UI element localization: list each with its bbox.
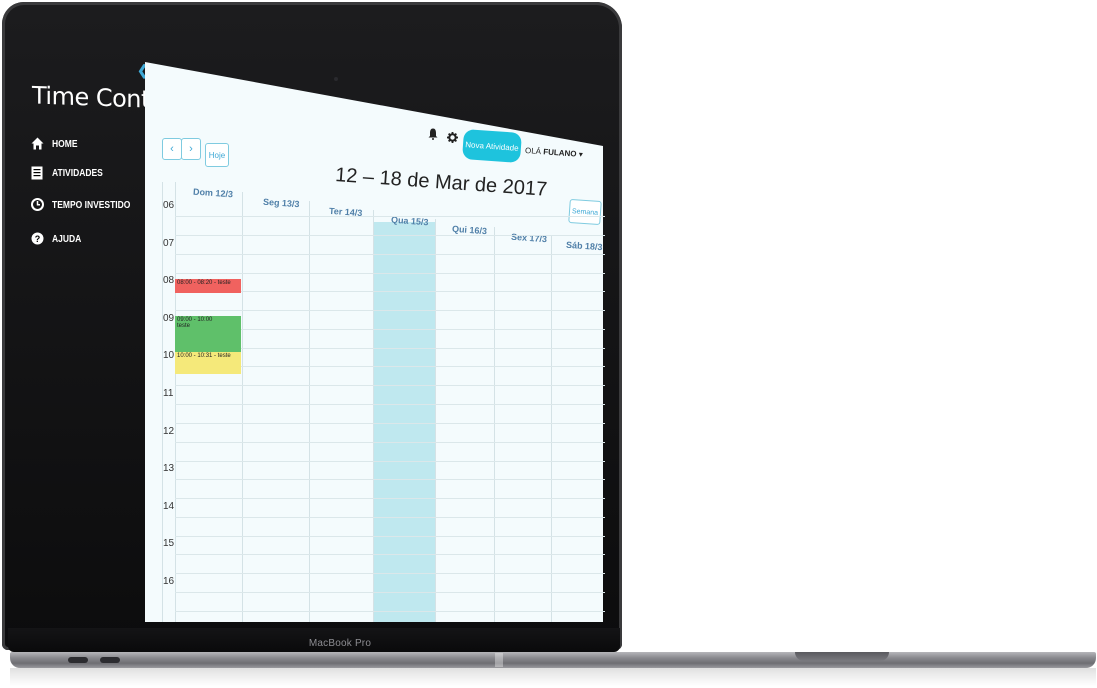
event-time: 08:00 - 08:20	[177, 280, 213, 286]
hour-label: 11	[163, 388, 174, 399]
help-icon: ?	[30, 232, 44, 246]
hour-label: 15	[163, 538, 175, 549]
greeting-prefix: OLÁ	[524, 145, 542, 157]
column-divider	[242, 192, 243, 622]
hour-gridline	[175, 385, 605, 386]
hour-gridline	[175, 554, 605, 555]
list-icon	[30, 166, 44, 180]
sidebar-item-label: ATIVIDADES	[52, 167, 103, 179]
event-time: 10:00 - 10:31	[177, 353, 213, 359]
event-title: teste	[217, 353, 231, 359]
view-week-button[interactable]: Semana	[568, 198, 602, 226]
calendar-event[interactable]: 09:00 - 10:00 teste	[175, 316, 241, 356]
device-label: MacBook Pro	[308, 638, 372, 649]
hour-gridline	[175, 423, 605, 424]
sidebar-item-atividades[interactable]: ATIVIDADES	[30, 166, 112, 180]
hour-gridline	[175, 498, 605, 499]
hour-label: 08	[163, 275, 175, 286]
column-divider	[435, 219, 436, 622]
home-icon	[30, 137, 44, 151]
prev-week-button[interactable]: ‹	[162, 138, 182, 160]
camera	[334, 77, 338, 81]
hour-gridline	[175, 216, 605, 217]
column-divider	[175, 182, 176, 622]
hour-gridline	[175, 517, 605, 518]
hour-gridline	[175, 573, 605, 574]
hour-label: 06	[163, 200, 175, 211]
sidebar-item-ajuda[interactable]: ? AJUDA	[30, 232, 86, 246]
today-column	[373, 222, 435, 622]
svg-text:?: ?	[34, 234, 40, 244]
usb-port	[100, 657, 120, 663]
calendar-event[interactable]: 08:00 - 08:20 - teste	[175, 279, 241, 293]
hour-gridline	[175, 479, 605, 480]
calendar-event[interactable]: 10:00 - 10:31 - teste	[175, 352, 241, 374]
sidebar-item-home[interactable]: HOME	[30, 137, 82, 151]
column-divider	[373, 210, 374, 622]
bell-icon[interactable]	[428, 128, 438, 143]
new-activity-button[interactable]: Nova Atividade	[462, 129, 522, 163]
hour-gridline	[175, 611, 605, 612]
laptop-base	[10, 652, 1096, 668]
hour-label: 12	[163, 426, 175, 437]
hour-label: 13	[163, 463, 175, 474]
chevron-down-icon: ▾	[578, 149, 584, 160]
laptop-notch	[795, 652, 889, 661]
sidebar-item-tempo-investido[interactable]: TEMPO INVESTIDO	[30, 198, 144, 212]
hinge-highlight	[495, 653, 503, 667]
hour-gridline	[175, 273, 605, 274]
hour-gridline	[175, 442, 605, 443]
hour-label: 07	[163, 238, 175, 249]
hour-label: 14	[163, 501, 175, 512]
sidebar-item-label: HOME	[52, 138, 78, 150]
hour-label: 09	[163, 313, 175, 324]
event-title: teste	[217, 280, 231, 286]
hour-gridline	[175, 235, 605, 236]
column-divider	[551, 236, 552, 622]
hour-gridline	[175, 536, 605, 537]
sidebar-item-label: TEMPO INVESTIDO	[52, 199, 131, 211]
clock-icon	[30, 198, 44, 212]
today-button[interactable]: Hoje	[205, 143, 229, 167]
laptop-shadow	[10, 668, 1096, 686]
hour-label: 10	[163, 350, 175, 361]
sidebar-item-label: AJUDA	[52, 233, 82, 245]
column-divider	[309, 201, 310, 622]
column-divider	[494, 227, 495, 622]
usb-port	[68, 657, 88, 663]
hour-gridline	[175, 592, 605, 593]
next-week-button[interactable]: ›	[181, 138, 201, 160]
hour-gridline	[175, 254, 605, 255]
event-title: teste	[177, 323, 191, 329]
hour-label: 16	[163, 576, 175, 587]
hour-gridline	[175, 310, 605, 311]
hour-gridline	[175, 461, 605, 462]
gear-icon[interactable]	[447, 131, 458, 146]
hour-gridline	[175, 404, 605, 405]
